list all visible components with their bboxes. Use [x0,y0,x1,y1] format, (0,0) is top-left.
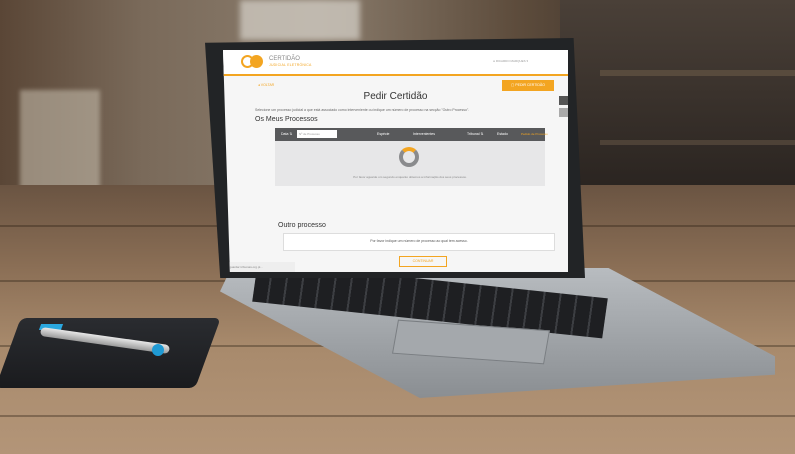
background-shelf [20,90,100,200]
laptop-screen: CERTIDÃO JUDICIAL ELETRÓNICA ● RICARDO M… [223,50,568,272]
other-process-hint: Por favor indique um número de processo … [370,239,468,243]
my-processes-heading: Os Meus Processos [255,116,318,123]
background-light [240,0,360,40]
column-date[interactable]: Data ⇅ [281,128,292,141]
other-process-field[interactable]: Por favor indique um número de processo … [283,233,555,251]
column-request: Pedido de Processo [521,132,548,136]
table-header: Data ⇅ Nº de Processo Espécie Intervenie… [275,128,548,141]
back-link[interactable]: ◂ VOLTAR [258,83,274,87]
brand: CERTIDÃO JUDICIAL ELETRÓNICA [269,56,312,68]
side-toolbar-button[interactable] [559,108,568,117]
loading-message: Por favor aguarde um segundo enquanto ob… [353,175,467,179]
column-court[interactable]: Tribunal ⇅ [467,128,483,141]
photo-scene: CERTIDÃO JUDICIAL ELETRÓNICA ● RICARDO M… [0,0,795,454]
loading-spinner-icon [399,147,419,167]
process-search-input[interactable]: Nº de Processo [297,130,337,138]
logo-icon [241,55,267,68]
column-parties: Intervenientes [413,132,435,136]
column-species: Espécie [377,132,390,136]
user-menu[interactable]: ● RICARDO MARQUES ▾ [493,59,528,63]
brand-tagline: JUDICIAL ELETRÓNICA [269,63,312,67]
request-certificate-button[interactable]: ▢ PEDIR CERTIDÃO [502,80,554,91]
shelf-board [600,70,795,76]
other-process-heading: Outro processo [278,222,326,229]
continue-button[interactable]: CONTINUAR [399,256,447,267]
site-header: CERTIDÃO JUDICIAL ELETRÓNICA ● RICARDO M… [223,50,568,76]
background-bookshelf [560,0,795,190]
drawing-tablet [0,318,221,388]
column-state: Estado [497,132,508,136]
browser-status-bar: A aguardar tribunais.org.pt... [223,262,295,272]
shelf-board [600,140,795,145]
page-title: Pedir Certidão [363,91,428,102]
table-body: Por favor aguarde um segundo enquanto ob… [275,141,545,186]
stylus-tip [152,344,164,356]
plank-seam [0,415,795,417]
instructions: Selecione um processo judicial a que est… [255,108,470,112]
